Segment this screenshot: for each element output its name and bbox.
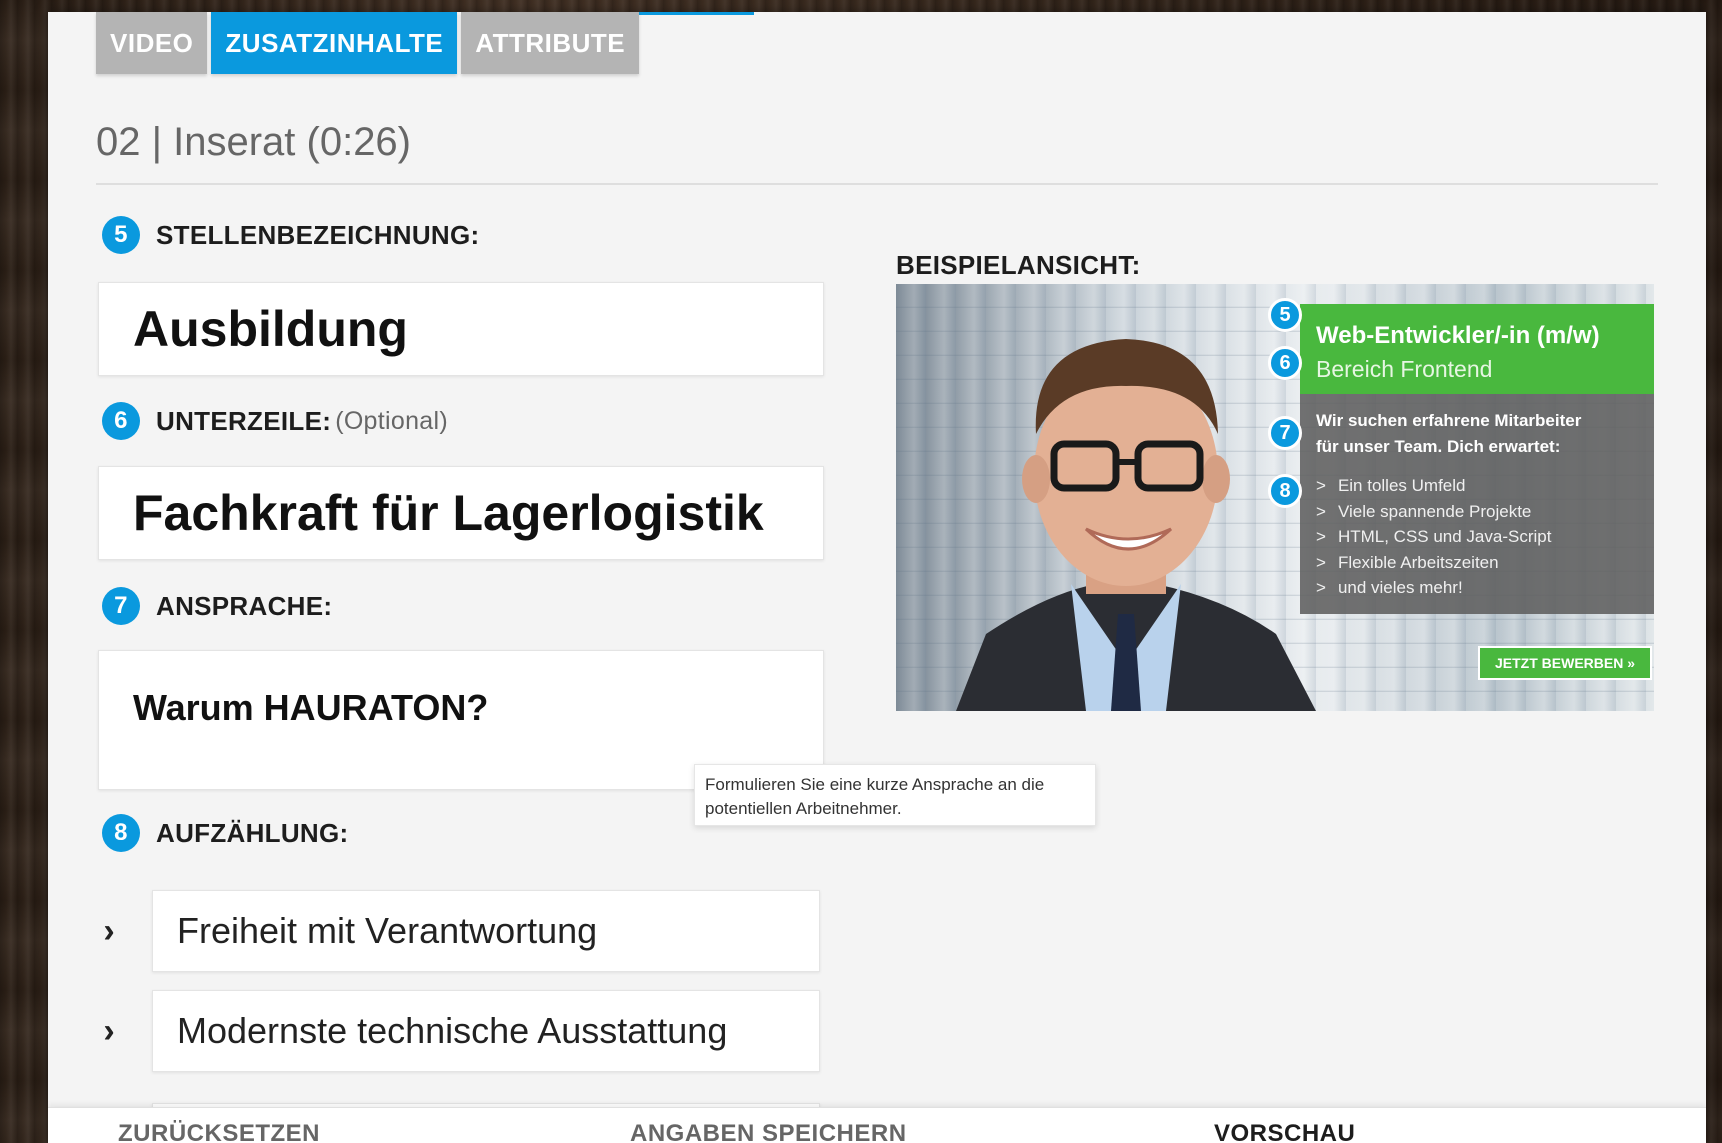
editor-panel: VIDEO ZUSATZINHALTE ATTRIBUTE 02 | Inser…: [48, 12, 1706, 1143]
tab-zusatzinhalte[interactable]: ZUSATZINHALTE: [211, 12, 458, 74]
tab-bar: VIDEO ZUSATZINHALTE ATTRIBUTE: [96, 12, 640, 74]
label-text: STELLENBEZEICHNUNG:: [156, 219, 480, 250]
bullet-input-2[interactable]: Modernste technische Ausstattung: [152, 990, 820, 1072]
preview-label: BEISPIELANSICHT:: [896, 250, 1141, 280]
preview-bullet: Viele spannende Projekte: [1316, 499, 1638, 525]
step-badge-6: 6: [102, 402, 140, 440]
bottom-action-bar: ZURÜCKSETZEN ANGABEN SPEICHERN VORSCHAU: [48, 1107, 1706, 1143]
preview-button[interactable]: VORSCHAU: [1214, 1120, 1355, 1143]
field-label-address: 7 ANSPRACHE:: [102, 587, 332, 625]
field-label-title: 5 STELLENBEZEICHNUNG:: [102, 216, 479, 254]
label-text: AUFZÄHLUNG:: [156, 817, 349, 848]
preview-apply-button: JETZT BEWERBEN »: [1478, 646, 1652, 680]
preview-job-header: Web-Entwickler/-in (m/w) Bereich Fronten…: [1300, 304, 1654, 394]
preview-intro-line: Wir suchen erfahrene Mitarbeiter: [1316, 411, 1582, 430]
label-text: ANSPRACHE:: [156, 590, 333, 621]
tab-attribute[interactable]: ATTRIBUTE: [461, 12, 640, 74]
preview-badge-5: 5: [1268, 298, 1302, 332]
field-label-subtitle: 6 UNTERZEILE: (Optional): [102, 402, 448, 440]
preview-bullet: Flexible Arbeitszeiten: [1316, 550, 1638, 576]
address-tooltip: Formulieren Sie eine kurze Ansprache an …: [694, 764, 1096, 826]
save-button[interactable]: ANGABEN SPEICHERN: [630, 1120, 907, 1143]
reset-button[interactable]: ZURÜCKSETZEN: [118, 1120, 320, 1143]
optional-hint: (Optional): [335, 406, 448, 435]
preview-bullet: Ein tolles Umfeld: [1316, 473, 1638, 499]
preview-badge-8: 8: [1268, 474, 1302, 508]
title-input[interactable]: Ausbildung: [98, 282, 824, 376]
label-text: UNTERZEILE:: [156, 405, 332, 436]
page-title: 02 | Inserat (0:26): [96, 120, 411, 164]
field-label-bullets: 8 AUFZÄHLUNG:: [102, 814, 349, 852]
preview-badge-7: 7: [1268, 416, 1302, 450]
preview-intro-line: für unser Team. Dich erwartet:: [1316, 436, 1561, 456]
preview-bullet-list: Ein tolles Umfeld Viele spannende Projek…: [1316, 473, 1638, 601]
step-badge-8: 8: [102, 814, 140, 852]
tab-video[interactable]: VIDEO: [96, 12, 208, 74]
bullet-row: › Freiheit mit Verantwortung: [94, 890, 820, 972]
preview-bullet: HTML, CSS und Java-Script: [1316, 524, 1638, 550]
title-divider: [96, 183, 1658, 185]
step-badge-7: 7: [102, 587, 140, 625]
preview-job-title: Web-Entwickler/-in (m/w): [1316, 322, 1600, 349]
preview-job-body: Wir suchen erfahrene Mitarbeiter für uns…: [1300, 394, 1654, 614]
preview-intro: Wir suchen erfahrene Mitarbeiter für uns…: [1316, 408, 1638, 459]
bullet-input-1[interactable]: Freiheit mit Verantwortung: [152, 890, 820, 972]
step-badge-5: 5: [102, 216, 140, 254]
subtitle-input[interactable]: Fachkraft für Lagerlogistik: [98, 466, 824, 560]
bullet-row: › Modernste technische Ausstattung: [94, 990, 820, 1072]
preview-job-subtitle: Bereich Frontend: [1316, 356, 1493, 382]
preview-badge-6: 6: [1268, 346, 1302, 380]
chevron-right-icon: ›: [103, 911, 115, 950]
preview-bullet: und vieles mehr!: [1316, 575, 1638, 601]
example-preview: Web-Entwickler/-in (m/w) Bereich Fronten…: [896, 284, 1654, 711]
chevron-right-icon: ›: [103, 1011, 115, 1050]
